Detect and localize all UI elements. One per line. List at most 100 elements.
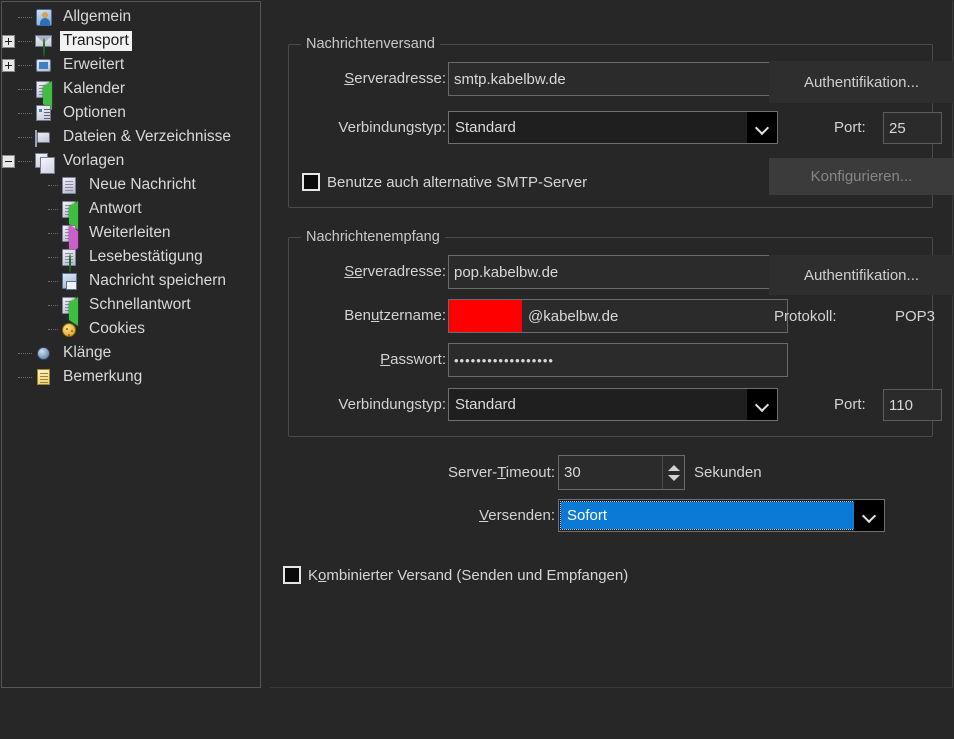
receive-server-input[interactable]: pop.kabelbw.de <box>448 255 788 289</box>
preferences-dialog: Allgemein Transport Erweitert Kalender Optio… <box>0 0 954 739</box>
sidebar-item-label: Klänge <box>63 344 112 361</box>
sidebar-item-label: Weiterleiten <box>89 224 171 241</box>
receive-conn-combo[interactable]: Standard <box>448 388 778 421</box>
sidebar-item-optionen[interactable]: Optionen <box>2 101 260 125</box>
alt-smtp-label: Benutze auch alternative SMTP-Server <box>327 173 588 191</box>
tree-connector-line <box>48 328 58 330</box>
tree-connector-line <box>18 88 32 90</box>
sidebar-item-label: Erweitert <box>63 56 125 73</box>
sidebar-item-antwort[interactable]: Antwort <box>2 197 260 230</box>
receive-port-input[interactable]: 110 <box>883 389 942 421</box>
sidebar-item-kalender[interactable]: Kalender <box>2 77 260 110</box>
password-input[interactable]: •••••••••••••••••• <box>448 343 788 377</box>
sidebar-item-label: Nachricht speichern <box>89 272 226 289</box>
receive-port-label: Port: <box>834 396 866 413</box>
send-port-input[interactable]: 25 <box>883 112 942 144</box>
send-conn-combo[interactable]: Standard <box>448 111 778 144</box>
sidebar-item-weiterleiten[interactable]: Weiterleiten <box>2 221 260 254</box>
receive-conn-value: Standard <box>455 397 516 412</box>
receive-user-value: @kabelbw.de <box>528 307 619 325</box>
protocol-value: POP3 <box>895 308 936 325</box>
sidebar-item-transport[interactable]: Transport <box>2 29 260 57</box>
document-icon <box>60 176 80 195</box>
tree-expander-spacer <box>32 227 48 240</box>
settings-tree-list: Allgemein Transport Erweitert Kalender Optio… <box>2 2 260 389</box>
tree-expander-minus-icon[interactable] <box>2 154 15 168</box>
receive-conn-label: Verbindungstyp: <box>338 396 446 413</box>
tree-expander-spacer <box>32 323 48 336</box>
stepper-up-icon[interactable] <box>667 464 680 471</box>
tree-expander-spacer <box>32 299 48 312</box>
tree-connector-line <box>48 280 58 282</box>
tree-expander-spacer <box>32 251 48 264</box>
timeout-spinner[interactable]: 30 <box>558 455 685 490</box>
tree-expander-plus-icon[interactable] <box>2 34 15 48</box>
tree-expander-spacer <box>2 83 18 96</box>
combined-send-checkbox-row[interactable]: Kombinierter Versand (Senden und Empfang… <box>283 566 628 584</box>
alt-smtp-checkbox-row[interactable]: Benutze auch alternative SMTP-Server <box>302 173 587 191</box>
receive-user-label: Benutzername: <box>344 307 446 324</box>
tree-connector-line <box>48 256 58 258</box>
sidebar-item-label: Schnellantwort <box>89 296 191 313</box>
settings-tree-panel[interactable]: Allgemein Transport Erweitert Kalender Optio… <box>1 1 261 688</box>
sidebar-item-vorlagen[interactable]: Vorlagen <box>2 149 260 174</box>
combined-send-checkbox[interactable] <box>283 566 301 584</box>
receive-group-title: Nachrichtenempfang <box>301 229 445 245</box>
tree-connector-line <box>18 136 32 138</box>
sidebar-item-label: Allgemein <box>63 8 132 25</box>
configure-button[interactable]: Konfigurieren... <box>769 158 954 195</box>
sidebar-item-label: Neue Nachricht <box>89 176 196 193</box>
sidebar-item-allgemein[interactable]: Allgemein <box>2 5 260 29</box>
sidebar-item-klange[interactable]: Klänge <box>2 341 260 365</box>
tree-expander-spacer <box>2 347 18 360</box>
sidebar-item-erweitert[interactable]: Erweitert <box>2 53 260 77</box>
stepper-down-icon[interactable] <box>667 474 680 481</box>
timeout-value: 30 <box>564 464 581 481</box>
sidebar-item-dateien-verzeichnisse[interactable]: Dateien & Verzeichnisse <box>2 125 260 149</box>
sidebar-item-label: Kalender <box>63 80 126 97</box>
tree-connector-line <box>18 112 32 114</box>
receive-server-label: Serveradresse: <box>344 263 446 280</box>
timeout-label: Server-Timeout: <box>448 464 555 481</box>
timeout-stepper[interactable] <box>662 456 684 489</box>
tree-expander-spacer <box>32 203 48 216</box>
note-icon <box>34 368 54 387</box>
tree-connector-line <box>18 376 32 378</box>
tree-expander-spacer <box>2 107 18 120</box>
combined-send-label: Kombinierter Versand (Senden und Empfang… <box>308 566 629 584</box>
sidebar-item-neue-nachricht[interactable]: Neue Nachricht <box>2 173 260 197</box>
tree-connector-line <box>18 16 32 18</box>
sidebar-item-nachricht-speichern[interactable]: Nachricht speichern <box>2 269 260 293</box>
speaker-icon <box>34 344 54 363</box>
send-mode-value: Sofort <box>560 501 855 530</box>
send-conn-label: Verbindungstyp: <box>338 119 446 136</box>
read-receipt-check-icon <box>60 248 80 273</box>
tree-connector-line <box>18 160 32 162</box>
send-server-input[interactable]: smtp.kabelbw.de <box>448 62 788 96</box>
receive-port-value: 110 <box>889 396 913 414</box>
chevron-down-icon[interactable] <box>854 500 884 531</box>
sidebar-item-label: Cookies <box>89 320 145 337</box>
send-mode-combo[interactable]: Sofort <box>558 499 885 532</box>
send-mode-label: Versenden: <box>479 507 555 524</box>
folder-icon <box>34 128 54 147</box>
sidebar-item-schnellantwort[interactable]: Schnellantwort <box>2 293 260 326</box>
sidebar-item-bemerkung[interactable]: Bemerkung <box>2 365 260 389</box>
sidebar-item-lesebestatigung[interactable]: Lesebestätigung <box>2 245 260 273</box>
tree-expander-plus-icon[interactable] <box>2 58 15 72</box>
alt-smtp-checkbox[interactable] <box>302 173 320 191</box>
sidebar-item-label: Vorlagen <box>63 152 125 169</box>
templates-stack-icon <box>34 152 55 174</box>
sidebar-item-cookies[interactable]: Cookies <box>2 317 260 341</box>
chevron-down-icon[interactable] <box>747 389 777 420</box>
send-auth-button[interactable]: Authentifikation... <box>769 61 954 103</box>
send-port-label: Port: <box>834 119 866 136</box>
people-mail-icon <box>34 8 54 27</box>
advanced-window-icon <box>34 56 54 75</box>
sidebar-item-label: Lesebestätigung <box>89 248 203 265</box>
receive-auth-button[interactable]: Authentifikation... <box>769 255 954 295</box>
save-message-icon <box>60 272 80 291</box>
receive-server-value: pop.kabelbw.de <box>454 263 559 281</box>
chevron-down-icon[interactable] <box>747 112 777 143</box>
sidebar-item-label: Antwort <box>89 200 142 217</box>
